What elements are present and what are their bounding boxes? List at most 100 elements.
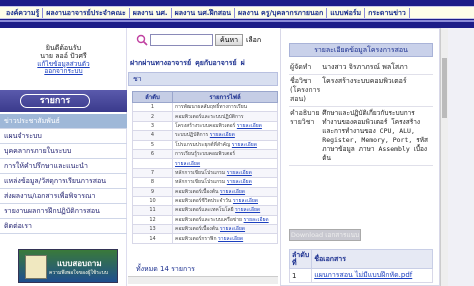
row-title-text: โครงสร้างระบบคอมพิวเตอร์ (175, 122, 236, 129)
table-row[interactable]: 2 คอมพิวเตอร์และระบบปฏิบัติการ (132, 111, 278, 122)
search-input[interactable] (150, 34, 213, 46)
document-table: ลำดับที่ ชื่อเอกสาร 1 แผนการสอน ไม่มีแบบฝ… (288, 249, 433, 283)
detail-value: ศึกษาและปฏิบัติเกี่ยวกับระบบการทำงานของค… (321, 106, 433, 166)
nav-item-forms[interactable]: แบบฟอร์ม (327, 7, 366, 18)
detail-table: ผู้จัดทำ นางสาว จิรภาภรณ์ พลโสภา ชื่อวิชา … (289, 61, 433, 166)
sidebar-item-contact[interactable]: ติดต่อเรา (0, 219, 127, 234)
row-number: 9 (132, 186, 173, 197)
sidebar-item-submit-work[interactable]: ส่งผลงาน/เอกสารเพื่อพิจารณา (0, 189, 127, 204)
survey-banner[interactable]: แบบสอบถาม ความพึงพอใจของผู้ใช้ระบบ (18, 249, 118, 283)
nav-item-knowledge[interactable]: องค์ความรู้ (3, 7, 44, 18)
row-title-text: คอมพิวเตอร์เบื้องต้น (175, 226, 219, 233)
search-select[interactable]: เลือก (246, 34, 278, 46)
row-title-text: โปรแกรมประยุกต์ที่สำคัญ (175, 141, 231, 148)
search-button[interactable]: ค้นหา (215, 34, 243, 46)
table-row[interactable]: 4 ระบบปฏิบัติการ รายละเอียด (132, 130, 278, 141)
row-number: 5 (132, 139, 173, 150)
row-detail-link[interactable]: รายละเอียด (210, 132, 235, 138)
row-number: 14 (132, 233, 173, 244)
table-row[interactable]: 6 การเรียนรู้ระบบคอมพิวเตอร์ (132, 148, 278, 160)
row-title-text: ระบบปฏิบัติการ (175, 132, 209, 139)
table-row[interactable]: 3 โครงสร้างระบบคอมพิวเตอร์ รายละเอียด (132, 120, 278, 132)
scrollbar-thumb[interactable] (442, 58, 447, 118)
nav-item-external-works[interactable]: ผลงาน ครู/บุคลากรภายนอก (235, 7, 328, 18)
tab-third[interactable]: ผ่ (241, 59, 245, 67)
nav-item-faculty-works[interactable]: ผลงานอาจารย์ประจำคณะ (43, 7, 130, 18)
table-row[interactable]: 8 หลักการเขียนโปรแกรม รายละเอียด (132, 177, 278, 188)
table-row[interactable]: 7 หลักการเขียนโปรแกรม รายละเอียด (132, 167, 278, 179)
row-detail-link[interactable]: รายละเอียด (232, 142, 257, 148)
column-header-list: รายการไฟล์ (172, 91, 278, 103)
table-row[interactable]: 12 คอมพิวเตอร์และระบบเครือข่าย รายละเอียด (132, 214, 278, 226)
row-detail-link[interactable]: รายละเอียด (233, 198, 258, 204)
top-navigation-bar: องค์ความรู้ ผลงานอาจารย์ประจำคณะ ผลงาน น… (0, 0, 474, 22)
detail-key: คำอธิบายรายวิชา (289, 106, 322, 166)
row-detail-link[interactable]: รายละเอียด (218, 236, 243, 242)
row-detail-link[interactable]: รายละเอียด (235, 207, 260, 213)
nav-item-board[interactable]: กระดานข่าว (365, 7, 410, 18)
horizontal-scrollbar[interactable] (128, 276, 278, 284)
table-row[interactable]: 13 คอมพิวเตอร์เบื้องต้น รายละเอียด (132, 224, 278, 235)
row-title: คอมพิวเตอร์เบื้องต้น รายละเอียด (172, 186, 278, 197)
row-detail-link[interactable]: รายละเอียด (227, 179, 252, 185)
total-count: ทั้งหมด 14 รายการ (136, 265, 195, 273)
user-info-box: ยินดีต้อนรับ นาย ลออ์ ปัวศรี แก้ไขข้อมูล… (0, 28, 127, 86)
sidebar-item-teaching-report[interactable]: รายงานผลการฝึกปฏิบัติการสอน (0, 204, 127, 219)
document-link[interactable]: แผนการสอน ไม่มีแบบฝึกหัด.pdf (314, 271, 412, 279)
row-detail-link[interactable]: รายละเอียด (220, 226, 245, 232)
row-title: หลักการเขียนโปรแกรม รายละเอียด (172, 167, 278, 179)
sidebar-item-materials[interactable]: แหล่งข้อมูล/วัสดุการเรียนการสอน (0, 174, 127, 189)
row-title-text: การเรียนรู้ระบบคอมพิวเตอร์ (175, 151, 236, 158)
row-title-text: คอมพิวเตอร์และเทคโนโลยี (175, 207, 234, 214)
row-title: คอมพิวเตอร์ชีวิตประจำวัน รายละเอียด (172, 195, 278, 207)
row-number: 2 (132, 111, 173, 122)
row-number: 3 (132, 120, 173, 132)
row-number: 13 (132, 224, 173, 235)
survey-banner-subtitle: ความพึงพอใจของผู้ใช้ระบบ (49, 270, 109, 276)
tab-via-teacher[interactable]: ฝากผ่านทางอาจารย์ (130, 59, 191, 67)
row-title: คอมพิวเตอร์และระบบเครือข่าย รายละเอียด (172, 214, 278, 226)
left-sidebar: ยินดีต้อนรับ นาย ลออ์ ปัวศรี แก้ไขข้อมูล… (0, 28, 127, 286)
row-title-text: การพัฒนาผลสัมฤทธิ์ทางการเรียน (175, 104, 248, 111)
tab-chat-teacher[interactable]: คุยกับอาจารย์ (195, 59, 237, 67)
row-detail-link[interactable]: รายละเอียด (227, 170, 252, 176)
search-area: ค้นหา เลือก (128, 28, 278, 52)
middle-panel: ค้นหา เลือก ฝากผ่านทางอาจารย์ คุยกับอาจาร… (128, 28, 278, 286)
middle-section-bar: ชา (128, 72, 278, 86)
row-number: 10 (132, 195, 173, 207)
sidebar-item-personnel[interactable]: บุคคลากรภายในระบบ (0, 144, 127, 159)
row-title: คอมพิวเตอร์และระบบปฏิบัติการ (172, 111, 278, 122)
detail-row: ชื่อวิชา (โครงการสอน) โครงสร้างระบบคอมพิว… (289, 74, 433, 107)
table-row[interactable]: รายละเอียด (132, 158, 278, 169)
row-number: 6 (132, 148, 173, 160)
row-title: คอมพิวเตอร์เบื้องต้น รายละเอียด (172, 224, 278, 235)
vertical-scrollbar[interactable] (440, 28, 448, 286)
table-row[interactable]: 9 คอมพิวเตอร์เบื้องต้น รายละเอียด (132, 186, 278, 197)
column-header-no: ลำดับ (132, 91, 173, 103)
row-detail-link[interactable]: รายละเอียด (237, 123, 262, 129)
book-icon (25, 255, 47, 279)
nav-item-trainee-works[interactable]: ผลงาน นศ.ฝึกสอน (172, 7, 236, 18)
row-title: โปรแกรมประยุกต์ที่สำคัญ รายละเอียด (172, 139, 278, 150)
row-title-text: คอมพิวเตอร์และระบบเครือข่าย (175, 216, 242, 223)
table-row[interactable]: 10 คอมพิวเตอร์ชีวิตประจำวัน รายละเอียด (132, 195, 278, 207)
table-row[interactable]: 5 โปรแกรมประยุกต์ที่สำคัญ รายละเอียด (132, 139, 278, 150)
sidebar-item-news[interactable]: ข่าวประชาสัมพันธ์ (0, 114, 127, 129)
table-row[interactable]: 11 คอมพิวเตอร์และเทคโนโลยี รายละเอียด (132, 205, 278, 216)
nav-item-student-works[interactable]: ผลงาน นศ. (130, 7, 172, 18)
row-title: การเรียนรู้ระบบคอมพิวเตอร์ (172, 148, 278, 160)
sidebar-item-advising[interactable]: การให้คำปรึกษาและแนะนำ (0, 159, 127, 174)
detail-row: คำอธิบายรายวิชา ศึกษาและปฏิบัติเกี่ยวกับร… (289, 106, 433, 166)
table-row[interactable]: 1 การพัฒนาผลสัมฤทธิ์ทางการเรียน (132, 101, 278, 113)
sidebar-item-system-plan[interactable]: แผนจำระบบ (0, 129, 127, 144)
row-detail-link[interactable]: รายละเอียด (244, 217, 269, 223)
row-number: 4 (132, 130, 173, 141)
row-detail-link[interactable]: รายละเอียด (220, 189, 245, 195)
detail-key: ชื่อวิชา (โครงการสอน) (289, 74, 322, 107)
table-row[interactable]: 14 คอมพิวเตอร์กราฟิก รายละเอียด (132, 233, 278, 244)
row-title: ระบบปฏิบัติการ รายละเอียด (172, 130, 278, 141)
logout-link[interactable]: ออกจากระบบ (0, 66, 127, 76)
download-attachment-button[interactable]: Download เอกสารแนบ (289, 229, 361, 241)
detail-key: ผู้จัดทำ (289, 61, 322, 75)
row-detail-link[interactable]: รายละเอียด (175, 161, 200, 167)
